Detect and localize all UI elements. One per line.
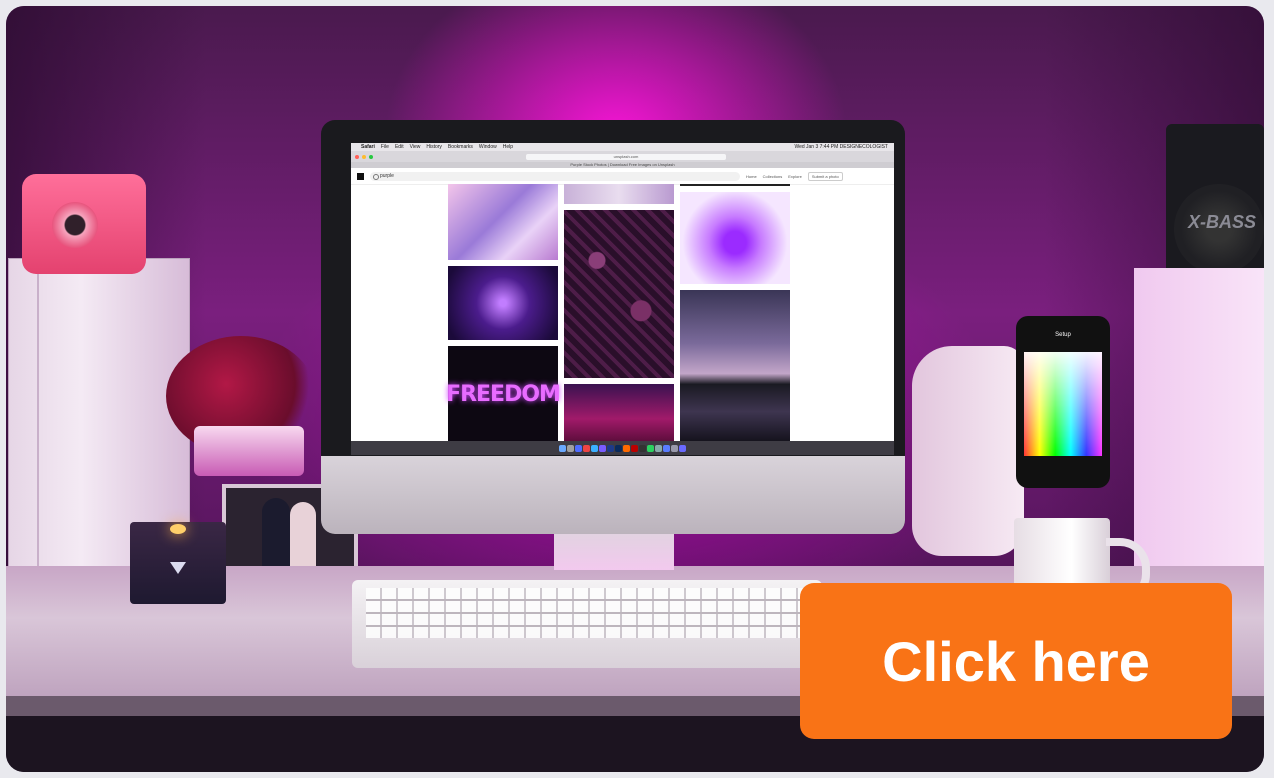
address-bar: unsplash.com	[526, 153, 726, 160]
camera-lens	[52, 202, 98, 248]
mac-dock	[351, 441, 894, 455]
site-nav: Home Collections Explore	[746, 174, 802, 179]
dock-icon	[679, 444, 686, 452]
dock-icon	[623, 444, 630, 452]
grid-photo-freedom: FREEDOM	[446, 346, 561, 442]
menubar-item: Help	[502, 144, 514, 150]
freedom-sign-text: FREEDOM	[446, 381, 561, 407]
monitor-screen: Safari File Edit View History Bookmarks …	[351, 143, 894, 455]
menubar-item: History	[426, 144, 442, 150]
site-header: purple Home Collections Explore Submit a…	[351, 168, 894, 185]
cabinet-right	[1134, 268, 1264, 608]
minimize-dot-icon	[362, 154, 366, 159]
dock-icon	[575, 444, 582, 452]
menubar-item: Bookmarks	[447, 144, 473, 150]
instant-camera	[22, 174, 146, 274]
candle-logo-icon	[170, 562, 186, 574]
grid-photo-sky	[564, 184, 674, 204]
dock-icon	[607, 444, 614, 452]
dock-icon	[671, 444, 678, 452]
menubar-item: File	[380, 144, 389, 150]
dock-icon	[599, 444, 606, 452]
grid-photo-leaves	[564, 210, 674, 378]
menubar-item: View	[409, 144, 421, 150]
grid-photo-smoke	[448, 184, 558, 260]
speaker: X-BASS	[1166, 124, 1264, 279]
menubar-item: Edit	[394, 144, 404, 150]
site-search: purple	[370, 171, 740, 181]
submit-photo-button: Submit a photo	[807, 171, 843, 181]
keyboard-rows	[366, 588, 806, 638]
speaker-label: X-BASS	[1188, 212, 1257, 232]
dock-icon	[567, 444, 574, 452]
cabinet-seam	[37, 259, 39, 609]
grid-photo-ink	[680, 192, 790, 284]
menubar-app: Safari	[361, 144, 375, 150]
nav-collections: Collections	[762, 173, 783, 179]
photo-person-2	[290, 502, 316, 570]
menubar-item: Window	[478, 144, 497, 150]
keyboard	[352, 580, 822, 668]
grid-photo-purple-light	[448, 266, 558, 340]
dock-icon	[615, 444, 622, 452]
grid-photo-top	[680, 184, 790, 186]
dock-icon	[559, 444, 566, 452]
close-dot-icon	[355, 154, 359, 159]
dock-icon	[631, 444, 638, 452]
phone-color-picker	[1024, 352, 1102, 456]
dock-icon	[639, 444, 646, 452]
smartphone: Setup	[1016, 316, 1110, 488]
grid-photo-lake	[680, 290, 790, 442]
dock-icon	[655, 444, 662, 452]
thumbs-up-statue	[912, 346, 1024, 556]
browser-toolbar: unsplash.com	[351, 151, 894, 162]
click-here-button[interactable]: Click here	[800, 583, 1232, 739]
flower-vase	[194, 426, 304, 476]
dock-icon	[663, 444, 670, 452]
imac-stand	[554, 534, 674, 570]
imac-chin	[321, 456, 905, 534]
candle-flame	[170, 524, 186, 534]
nav-explore: Explore	[788, 173, 802, 179]
mac-menubar: Safari File Edit View History Bookmarks …	[351, 143, 894, 151]
nav-home: Home	[746, 173, 757, 179]
dock-icon	[591, 444, 598, 452]
zoom-dot-icon	[369, 154, 373, 159]
photo-person-1	[262, 498, 290, 570]
phone-title: Setup	[1055, 332, 1071, 338]
dock-icon	[647, 444, 654, 452]
dock-icon	[583, 444, 590, 452]
menubar-status: Wed Jan 3 7:44 PM DESIGNECOLOGIST	[794, 144, 888, 150]
photo-grid: FREEDOM	[446, 184, 793, 442]
candle	[130, 522, 226, 604]
grid-photo-clouds	[564, 384, 674, 442]
unsplash-logo-icon	[357, 172, 364, 180]
